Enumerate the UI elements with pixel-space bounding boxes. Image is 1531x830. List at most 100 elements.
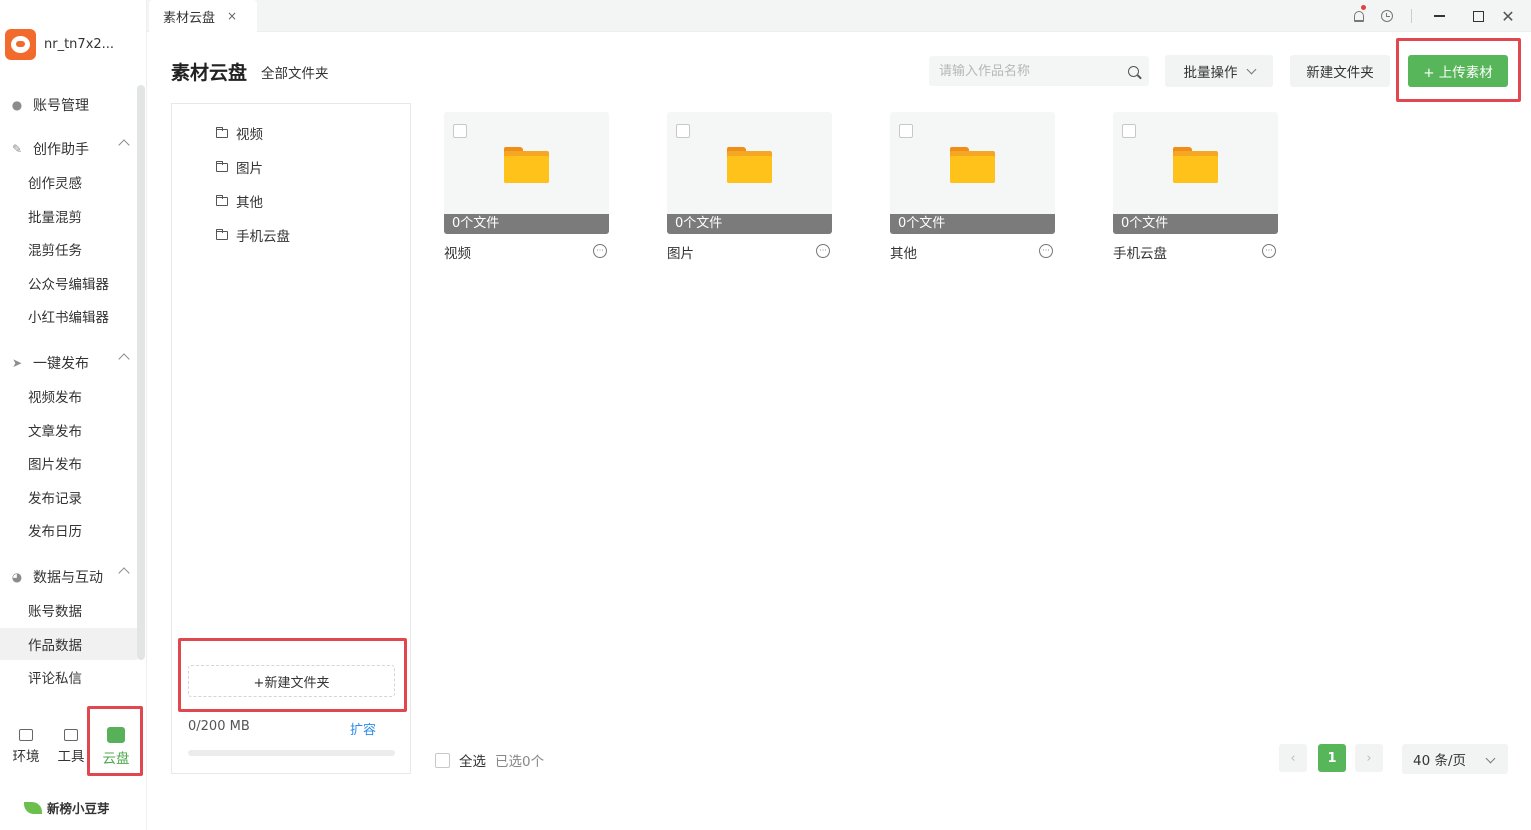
- tab-tools[interactable]: 工具: [49, 712, 93, 774]
- file-count: 0个文件: [1113, 214, 1278, 234]
- folder-card[interactable]: 0个文件 其他 ···: [890, 112, 1055, 262]
- sidebar-item-label: 混剪任务: [28, 243, 82, 259]
- tab-label: 环境: [12, 749, 40, 765]
- sidebar-item-batch-mix[interactable]: 批量混剪: [0, 200, 137, 232]
- tree-folder-phone[interactable]: 手机云盘: [216, 225, 290, 245]
- notification-dot: [1361, 5, 1366, 10]
- tab-cloud-drive[interactable]: 云盘: [94, 712, 138, 774]
- tree-folder-video[interactable]: 视频: [216, 123, 263, 143]
- more-options-icon[interactable]: ···: [1262, 244, 1276, 258]
- folder-card[interactable]: 0个文件 视频 ···: [444, 112, 609, 262]
- sidebar-section-create[interactable]: ✎ 创作助手: [10, 139, 130, 159]
- sidebar-item-works-data[interactable]: 作品数据: [0, 628, 137, 660]
- avatar[interactable]: [5, 28, 36, 60]
- tree-folder-other[interactable]: 其他: [216, 191, 263, 211]
- expand-storage-link[interactable]: 扩容: [350, 719, 376, 738]
- search-icon[interactable]: [1128, 65, 1139, 77]
- folder-icon: [216, 160, 228, 172]
- batch-operation-button[interactable]: 批量操作: [1165, 55, 1273, 87]
- sidebar-item-comments[interactable]: 评论私信: [0, 661, 137, 693]
- sidebar-item-publish-records[interactable]: 发布记录: [0, 481, 137, 513]
- card-checkbox[interactable]: [453, 124, 467, 138]
- select-all-checkbox[interactable]: [435, 752, 450, 768]
- folder-icon: [504, 147, 549, 183]
- tab-material-cloud[interactable]: 素材云盘 ×: [149, 0, 257, 32]
- folder-label: 图片: [236, 161, 263, 177]
- folder-thumbnail[interactable]: 0个文件: [890, 112, 1055, 234]
- card-checkbox[interactable]: [676, 124, 690, 138]
- cloud-drive-icon: [107, 727, 125, 743]
- sidebar-item-inspiration[interactable]: 创作灵感: [0, 166, 137, 198]
- tree-folder-image[interactable]: 图片: [216, 157, 263, 177]
- page-size-select[interactable]: 40 条/页: [1402, 744, 1508, 774]
- sidebar-item-label: 账号管理: [33, 98, 89, 114]
- sidebar-scrollbar[interactable]: [137, 85, 145, 660]
- maximize-button[interactable]: [1469, 7, 1487, 25]
- folder-icon: [216, 126, 228, 138]
- tab-label: 云盘: [102, 751, 130, 767]
- sidebar-item-xhs-editor[interactable]: 小红书编辑器: [0, 300, 137, 332]
- next-page-button[interactable]: ›: [1355, 744, 1383, 772]
- folder-icon: [1173, 147, 1218, 183]
- sidebar-item-mix-tasks[interactable]: 混剪任务: [0, 233, 137, 265]
- button-label: 批量操作: [1183, 65, 1238, 81]
- sidebar-item-article-publish[interactable]: 文章发布: [0, 414, 137, 446]
- sidebar-item-label: 批量混剪: [28, 210, 82, 226]
- chevron-up-icon[interactable]: [118, 139, 130, 151]
- folder-thumbnail[interactable]: 0个文件: [1113, 112, 1278, 234]
- chevron-up-icon[interactable]: [118, 567, 130, 579]
- folder-card[interactable]: 0个文件 手机云盘 ···: [1113, 112, 1278, 262]
- select-all[interactable]: 全选 已选0个: [435, 750, 544, 770]
- sidebar-section-publish[interactable]: ➤ 一键发布: [10, 353, 130, 373]
- folder-label: 其他: [236, 195, 263, 211]
- page-number[interactable]: 1: [1318, 744, 1346, 772]
- sidebar-section-data[interactable]: ◕ 数据与互动: [10, 567, 130, 587]
- sidebar-item-label: 账号数据: [28, 604, 82, 620]
- sidebar-item-label: 作品数据: [28, 638, 82, 654]
- prev-page-button[interactable]: ‹: [1279, 744, 1307, 772]
- more-options-icon[interactable]: ···: [1039, 244, 1053, 258]
- close-icon[interactable]: ×: [227, 9, 237, 23]
- minimize-button[interactable]: [1430, 7, 1448, 25]
- tab-environment[interactable]: 环境: [4, 712, 48, 774]
- sidebar-item-account[interactable]: ● 账号管理: [10, 95, 128, 115]
- page-title: 素材云盘: [171, 62, 248, 84]
- bell-icon: [1354, 10, 1364, 22]
- folder-thumbnail[interactable]: 0个文件: [444, 112, 609, 234]
- chevron-down-icon: [1246, 64, 1256, 74]
- folder-label: 手机云盘: [236, 229, 290, 245]
- section-label: 创作助手: [33, 142, 89, 158]
- sidebar-item-publish-calendar[interactable]: 发布日历: [0, 514, 137, 546]
- sprout-icon: [24, 801, 42, 814]
- close-window-button[interactable]: ✕: [1499, 6, 1517, 26]
- new-folder-button[interactable]: 新建文件夹: [1290, 55, 1390, 87]
- more-options-icon[interactable]: ···: [593, 244, 607, 258]
- sidebar-item-label: 文章发布: [28, 424, 82, 440]
- close-icon: ✕: [1501, 6, 1515, 26]
- search-input[interactable]: [939, 63, 1128, 79]
- tree-new-folder-button[interactable]: +新建文件夹: [188, 665, 395, 697]
- selected-count: 已选0个: [495, 754, 545, 770]
- sidebar-item-video-publish[interactable]: 视频发布: [0, 380, 137, 412]
- chevron-up-icon[interactable]: [118, 353, 130, 365]
- sidebar-item-wechat-editor[interactable]: 公众号编辑器: [0, 267, 137, 299]
- file-count: 0个文件: [667, 214, 832, 234]
- section-label: 数据与互动: [33, 570, 103, 586]
- card-checkbox[interactable]: [899, 124, 913, 138]
- sidebar-item-image-publish[interactable]: 图片发布: [0, 447, 137, 479]
- folder-card[interactable]: 0个文件 图片 ···: [667, 112, 832, 262]
- folder-tree: 视频 图片 其他 手机云盘 +新建文件夹 0/200 MB 扩容: [171, 103, 411, 774]
- upload-material-button[interactable]: + 上传素材: [1408, 55, 1508, 87]
- history-button[interactable]: [1378, 7, 1396, 25]
- folder-label: 视频: [236, 127, 263, 143]
- sidebar-item-label: 发布记录: [28, 491, 82, 507]
- card-checkbox[interactable]: [1122, 124, 1136, 138]
- username: nr_tn7x2...: [44, 36, 115, 52]
- sidebar-item-account-data[interactable]: 账号数据: [0, 594, 137, 626]
- user-profile[interactable]: nr_tn7x2...: [5, 28, 114, 60]
- more-options-icon[interactable]: ···: [816, 244, 830, 258]
- folder-thumbnail[interactable]: 0个文件: [667, 112, 832, 234]
- folder-name: 图片: [667, 246, 694, 262]
- file-count: 0个文件: [890, 214, 1055, 234]
- notification-button[interactable]: [1350, 5, 1368, 25]
